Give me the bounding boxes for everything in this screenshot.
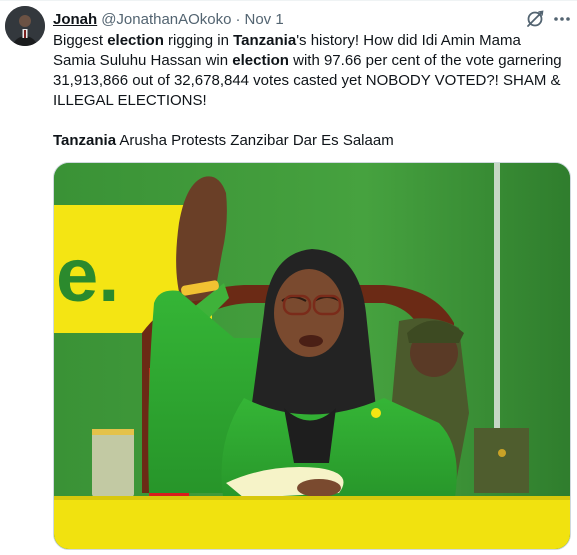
keyword-highlight[interactable]: Tanzania xyxy=(233,32,296,49)
tags-rest: Arusha Protests Zanzibar Dar Es Salaam xyxy=(116,132,394,149)
banner-text: e. xyxy=(56,233,119,318)
grok-icon[interactable] xyxy=(524,9,546,29)
tweet-date[interactable]: Nov 1 xyxy=(245,11,284,28)
top-divider xyxy=(0,0,577,1)
keyword-highlight[interactable]: election xyxy=(232,52,289,69)
more-options-icon[interactable] xyxy=(552,9,572,29)
tweet-media[interactable]: e. xyxy=(53,162,571,550)
media-image: e. xyxy=(54,163,570,549)
avatar[interactable] xyxy=(5,6,45,46)
tag-tanzania[interactable]: Tanzania xyxy=(53,132,116,149)
avatar-image xyxy=(5,6,45,46)
tweet-header: Jonah @JonathanAOkoko · Nov 1 xyxy=(53,9,284,29)
text-segment: Biggest xyxy=(53,32,108,49)
author-name[interactable]: Jonah xyxy=(53,11,97,28)
text-segment: rigging in xyxy=(163,32,234,49)
tweet-text: Biggest election rigging in Tanzania's h… xyxy=(53,31,563,111)
author-handle[interactable]: @JonathanAOkoko xyxy=(101,11,231,28)
header-separator: · xyxy=(235,10,241,28)
tweet-tags: Tanzania Arusha Protests Zanzibar Dar Es… xyxy=(53,131,394,151)
keyword-highlight[interactable]: election xyxy=(107,32,164,49)
